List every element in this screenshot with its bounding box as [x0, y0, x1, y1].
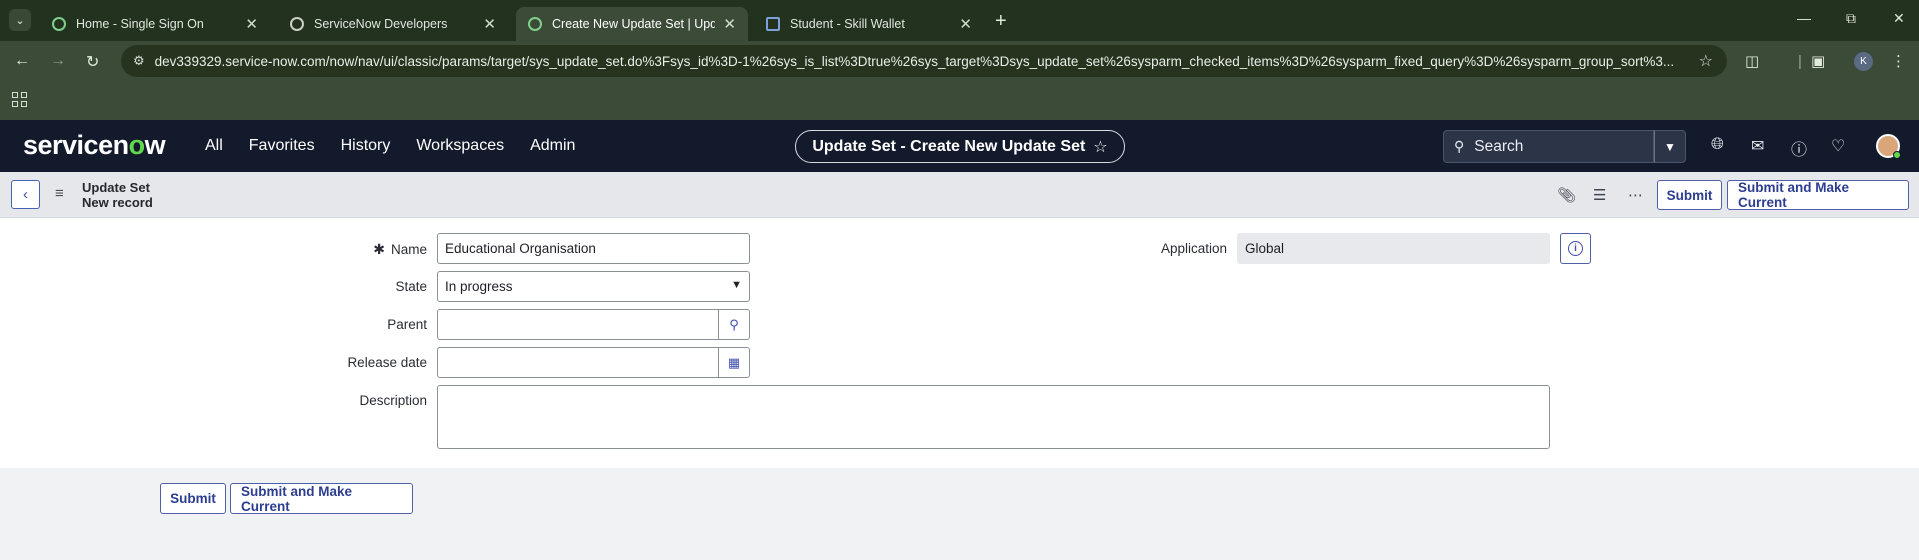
chat-icon[interactable]: ✉ — [1751, 136, 1764, 156]
form-footer: Submit Submit and Make Current — [0, 468, 1919, 560]
user-avatar[interactable] — [1876, 134, 1901, 159]
required-asterisk-icon: ✱ — [373, 241, 385, 257]
notifications-bell-icon[interactable]: ♡ — [1831, 136, 1845, 156]
state-select[interactable]: In progress ▼ — [437, 271, 750, 302]
context-title-pill: Update Set - Create New Update Set ☆ — [795, 130, 1125, 163]
parent-label: Parent — [387, 317, 427, 332]
profile-avatar[interactable]: K — [1854, 52, 1873, 71]
browser-tab-home-sso[interactable]: Home - Single Sign On ✕ — [40, 7, 270, 41]
browser-tab-create-update-set[interactable]: Create New Update Set | Updat ✕ — [516, 7, 748, 41]
calendar-button[interactable]: ▦ — [718, 347, 750, 378]
servicenow-favicon-icon — [290, 17, 304, 31]
name-field[interactable]: Educational Organisation — [437, 233, 750, 264]
tab-title: Create New Update Set | Updat — [552, 17, 716, 31]
global-search-input[interactable]: ⚲ Search — [1443, 130, 1654, 163]
restore-window-icon[interactable]: ⧉ — [1846, 10, 1856, 27]
personalize-form-icon[interactable]: ☰ — [1593, 186, 1606, 204]
application-info-button[interactable]: i — [1560, 233, 1591, 264]
screenshot-icon[interactable]: ▣ — [1811, 52, 1825, 70]
tab-search-chevron-icon[interactable]: ⌄ — [9, 9, 31, 31]
record-title: Update Set New record — [82, 180, 153, 210]
nav-all[interactable]: All — [205, 137, 223, 155]
site-settings-icon[interactable]: ⚙ — [133, 53, 145, 69]
close-tab-icon[interactable]: ✕ — [245, 15, 258, 33]
extensions-puzzle-icon[interactable]: ◫ — [1745, 52, 1759, 70]
more-options-icon[interactable]: ⋯ — [1628, 186, 1643, 204]
url-text[interactable]: dev339329.service-now.com/now/nav/ui/cla… — [155, 54, 1675, 69]
forward-arrow-icon[interactable]: → — [50, 52, 66, 70]
reload-icon[interactable]: ↻ — [86, 52, 99, 72]
search-scope-dropdown[interactable]: ▼ — [1654, 130, 1686, 163]
search-icon: ⚲ — [729, 316, 739, 332]
submit-make-current-button-top[interactable]: Submit and Make Current — [1727, 180, 1909, 210]
skill-wallet-favicon-icon — [766, 17, 780, 31]
divider: | — [1798, 53, 1802, 70]
nav-admin[interactable]: Admin — [530, 137, 575, 155]
browser-menu-icon[interactable]: ⋮ — [1891, 52, 1906, 70]
release-date-field[interactable] — [437, 347, 719, 378]
info-icon: i — [1568, 241, 1583, 256]
servicenow-favicon-icon — [52, 17, 66, 31]
parent-lookup-button[interactable]: ⚲ — [718, 309, 750, 340]
description-label: Description — [359, 393, 427, 408]
release-date-label: Release date — [347, 355, 427, 370]
chevron-down-icon: ▼ — [731, 279, 742, 291]
back-arrow-icon[interactable]: ← — [14, 52, 30, 70]
servicenow-favicon-icon — [528, 17, 542, 31]
help-icon[interactable]: ⓘ — [1791, 136, 1807, 160]
tab-title: Student - Skill Wallet — [790, 17, 905, 31]
context-title: Update Set - Create New Update Set — [812, 137, 1086, 155]
back-button[interactable]: ‹ — [11, 180, 40, 209]
bookmark-star-icon[interactable]: ☆ — [1699, 51, 1713, 71]
close-window-icon[interactable]: ✕ — [1893, 10, 1905, 27]
browser-tab-skill-wallet[interactable]: Student - Skill Wallet ✕ — [754, 7, 984, 41]
nav-history[interactable]: History — [341, 137, 391, 155]
record-toolbar: ‹ ≡ Update Set New record 📎︎ ☰ ⋯ Submit … — [0, 172, 1919, 218]
new-tab-plus-icon[interactable]: + — [995, 10, 1007, 33]
application-label: Application — [1160, 241, 1227, 256]
close-tab-icon[interactable]: ✕ — [483, 15, 496, 33]
submit-button-top[interactable]: Submit — [1657, 180, 1722, 210]
browser-tab-strip: ⌄ Home - Single Sign On ✕ ServiceNow Dev… — [0, 0, 1919, 41]
record-subtitle: New record — [82, 195, 153, 210]
tab-title: ServiceNow Developers — [314, 17, 448, 31]
submit-button-bottom[interactable]: Submit — [160, 483, 226, 514]
update-set-form: ✱ Name Educational Organisation State In … — [0, 218, 1919, 468]
browser-tab-servicenow-developers[interactable]: ServiceNow Developers ✕ — [278, 7, 508, 41]
bookmarks-bar — [0, 81, 1919, 120]
state-label: State — [395, 279, 427, 294]
browser-toolbar: ← → ↻ ⚙ dev339329.service-now.com/now/na… — [0, 41, 1919, 81]
description-textarea[interactable] — [437, 385, 1550, 449]
name-label-text: Name — [390, 242, 427, 257]
chevron-left-icon: ‹ — [23, 186, 28, 203]
record-table-name: Update Set — [82, 180, 150, 195]
main-nav: All Favorites History Workspaces Admin — [205, 137, 601, 155]
calendar-icon: ▦ — [727, 354, 741, 370]
form-context-menu-icon[interactable]: ≡ — [55, 185, 64, 202]
parent-field[interactable] — [437, 309, 719, 340]
tab-title: Home - Single Sign On — [76, 17, 204, 31]
close-tab-icon[interactable]: ✕ — [723, 15, 736, 33]
attachment-paperclip-icon[interactable]: 📎︎ — [1557, 186, 1576, 204]
online-status-dot — [1893, 151, 1901, 159]
nav-favorites[interactable]: Favorites — [249, 137, 315, 155]
minimize-window-icon[interactable]: — — [1797, 10, 1811, 26]
servicenow-header: servicenow All Favorites History Workspa… — [0, 120, 1919, 172]
name-label: ✱ Name — [300, 241, 427, 258]
servicenow-logo[interactable]: servicenow — [23, 130, 166, 161]
submit-make-current-button-bottom[interactable]: Submit and Make Current — [230, 483, 413, 514]
favorite-star-icon[interactable]: ☆ — [1093, 137, 1107, 157]
state-selected-value: In progress — [445, 279, 513, 294]
address-bar[interactable]: ⚙ dev339329.service-now.com/now/nav/ui/c… — [121, 45, 1727, 77]
search-placeholder: Search — [1474, 137, 1524, 155]
close-tab-icon[interactable]: ✕ — [959, 15, 972, 33]
profile-initial: K — [1860, 56, 1867, 67]
globe-icon[interactable]: 🌐︎ — [1711, 136, 1724, 154]
application-field: Global — [1237, 233, 1550, 264]
nav-workspaces[interactable]: Workspaces — [416, 137, 504, 155]
apps-grid-icon[interactable] — [12, 92, 27, 107]
search-icon: ⚲ — [1454, 138, 1465, 154]
